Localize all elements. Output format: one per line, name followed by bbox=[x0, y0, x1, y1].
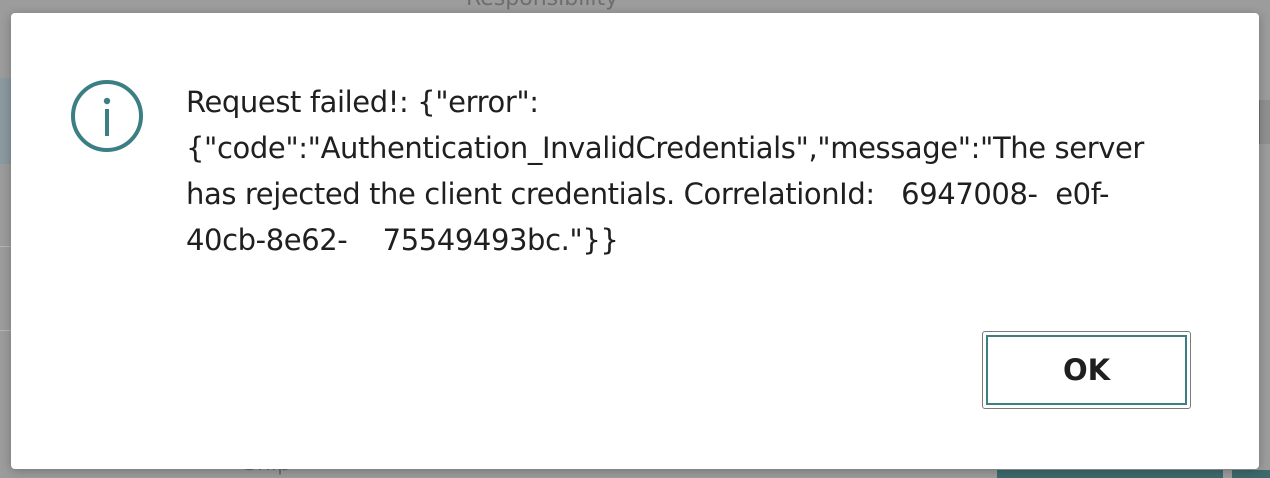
background-heading: Responsibility bbox=[466, 0, 618, 11]
error-dialog: Request failed!: {"error": {"code":"Auth… bbox=[11, 13, 1259, 469]
error-message: Request failed!: {"error": {"code":"Auth… bbox=[186, 85, 1144, 257]
background-action-button bbox=[997, 470, 1223, 478]
ok-button-label: OK bbox=[986, 335, 1187, 405]
background-action-button bbox=[1232, 470, 1270, 478]
background-panel-edge bbox=[1258, 100, 1270, 144]
ok-button[interactable]: OK bbox=[982, 331, 1191, 409]
info-icon bbox=[70, 79, 144, 153]
